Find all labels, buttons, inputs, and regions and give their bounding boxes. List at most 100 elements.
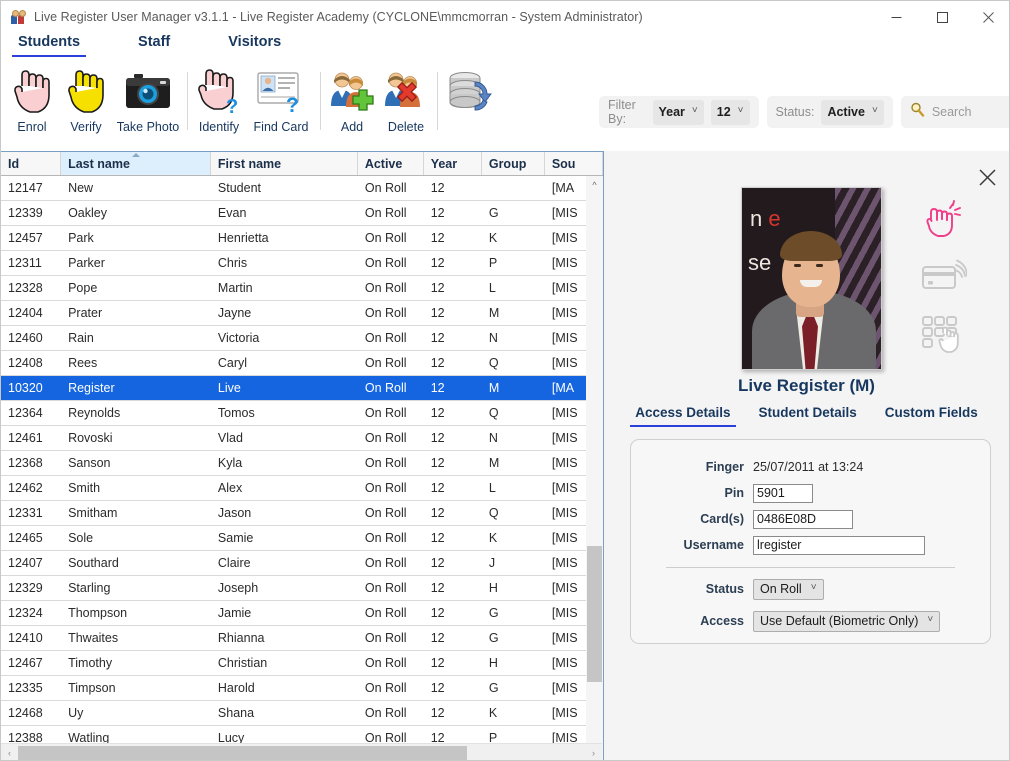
grid-column-header-last[interactable]: Last name: [61, 152, 211, 175]
tab-student-details[interactable]: Student Details: [757, 404, 859, 427]
grid-column-header-label: Year: [430, 156, 458, 171]
table-cell-first: Rhianna: [217, 631, 265, 645]
horizontal-scroll-thumb[interactable]: [18, 745, 467, 760]
hand-question-icon: ?: [193, 66, 245, 118]
table-cell-last: Park: [68, 231, 94, 245]
table-row[interactable]: 12364 Reynolds Tomos On Roll 12 Q [MIS: [1, 401, 603, 426]
fingerprint-tap-icon[interactable]: [918, 197, 970, 241]
toolbar-label-delete: Delete: [387, 120, 425, 134]
table-cell-id: 12460: [8, 331, 43, 345]
status-dropdown-value: On Roll: [760, 582, 802, 596]
table-row[interactable]: 12460 Rain Victoria On Roll 12 N [MIS: [1, 326, 603, 351]
table-cell-first: Student: [217, 181, 261, 195]
toolbar-button-add[interactable]: Add: [325, 64, 379, 146]
grid-column-header-group[interactable]: Group: [482, 152, 545, 175]
scroll-right-arrow-icon[interactable]: ›: [585, 745, 602, 761]
table-cell-active: On Roll: [364, 556, 407, 570]
table-cell-active: On Roll: [364, 456, 407, 470]
table-row[interactable]: 12462 Smith Alex On Roll 12 L [MIS: [1, 476, 603, 501]
tab-staff[interactable]: Staff: [135, 33, 173, 57]
chevron-down-icon: ˅: [927, 614, 934, 625]
table-cell-last: Register: [68, 381, 115, 395]
table-cell-active: On Roll: [364, 506, 407, 520]
tab-custom-fields[interactable]: Custom Fields: [883, 404, 980, 427]
grid-horizontal-scrollbar[interactable]: ‹ ›: [1, 743, 602, 761]
horizontal-scroll-track[interactable]: [18, 745, 585, 760]
table-row[interactable]: 12331 Smitham Jason On Roll 12 Q [MIS: [1, 501, 603, 526]
toolbar-button-enrol[interactable]: Enrol: [5, 64, 59, 146]
table-row[interactable]: 12407 Southard Claire On Roll 12 J [MIS: [1, 551, 603, 576]
tab-students[interactable]: Students: [11, 33, 87, 57]
cards-input[interactable]: 0486E08D: [753, 509, 853, 529]
table-row[interactable]: 12457 Park Henrietta On Roll 12 K [MIS: [1, 226, 603, 251]
table-cell-group: L: [488, 481, 496, 495]
grid-column-header-first[interactable]: First name: [211, 152, 358, 175]
table-row[interactable]: 12329 Starling Joseph On Roll 12 H [MIS: [1, 576, 603, 601]
grid-vertical-scrollbar[interactable]: ^ ˅: [586, 176, 603, 760]
grid-column-header-year[interactable]: Year: [424, 152, 482, 175]
filter-value-dropdown[interactable]: 12 ˅: [710, 99, 750, 125]
scroll-left-arrow-icon[interactable]: ‹: [1, 745, 18, 761]
tab-visitors[interactable]: Visitors: [225, 33, 284, 57]
vertical-scroll-thumb[interactable]: [587, 546, 602, 682]
table-row[interactable]: 12408 Rees Caryl On Roll 12 Q [MIS: [1, 351, 603, 376]
tab-access-details[interactable]: Access Details: [630, 404, 736, 427]
table-cell-last: Thwaites: [68, 631, 119, 645]
filter-field-dropdown[interactable]: Year ˅: [652, 99, 704, 125]
toolbar-button-delete[interactable]: Delete: [379, 64, 433, 146]
minimize-button[interactable]: [873, 1, 919, 33]
table-row[interactable]: 12368 Sanson Kyla On Roll 12 M [MIS: [1, 451, 603, 476]
table-row[interactable]: 12147 New Student On Roll 12 [MA: [1, 176, 603, 201]
keypad-pin-icon[interactable]: [918, 313, 970, 357]
table-cell-year: 12: [430, 406, 445, 420]
toolbar-button-identify[interactable]: ? Identify: [192, 64, 246, 146]
table-cell-year: 12: [430, 331, 445, 345]
grid-column-header-label: Id: [8, 156, 20, 171]
scroll-up-arrow-icon[interactable]: ^: [586, 176, 603, 193]
people-add-icon: [326, 66, 378, 118]
table-row[interactable]: 12465 Sole Samie On Roll 12 K [MIS: [1, 526, 603, 551]
grid-column-header-source[interactable]: Sou: [545, 152, 603, 175]
table-row[interactable]: 10320 Register Live On Roll 12 M [MA: [1, 376, 603, 401]
status-filter-dropdown[interactable]: Active ˅: [821, 99, 884, 125]
toolbar-button-find-card[interactable]: ? Find Card: [246, 64, 316, 146]
contactless-card-icon[interactable]: [918, 255, 970, 299]
search-input-placeholder: Search: [931, 105, 972, 119]
access-dropdown[interactable]: Use Default (Biometric Only) ˅: [753, 610, 941, 632]
table-row[interactable]: 12339 Oakley Evan On Roll 12 G [MIS: [1, 201, 603, 226]
table-cell-group: K: [488, 531, 498, 545]
close-button[interactable]: [965, 1, 1009, 33]
table-cell-last: Timothy: [68, 656, 113, 670]
table-row[interactable]: 12461 Rovoski Vlad On Roll 12 N [MIS: [1, 426, 603, 451]
toolbar-button-verify[interactable]: Verify: [59, 64, 113, 146]
pin-input[interactable]: 5901: [753, 483, 813, 503]
grid-column-header-active[interactable]: Active: [358, 152, 424, 175]
username-input[interactable]: lregister: [753, 535, 925, 555]
table-cell-active: On Roll: [364, 431, 407, 445]
field-row-pin: Pin 5901: [631, 480, 990, 506]
toolbar-button-take-photo[interactable]: Take Photo: [113, 64, 183, 146]
table-cell-year: 12: [430, 606, 445, 620]
table-cell-group: H: [488, 581, 498, 595]
search-box[interactable]: Search: [900, 96, 1009, 128]
grid-column-header-id[interactable]: Id: [1, 152, 62, 175]
table-row[interactable]: 12335 Timpson Harold On Roll 12 G [MIS: [1, 676, 603, 701]
table-row[interactable]: 12324 Thompson Jamie On Roll 12 G [MIS: [1, 601, 603, 626]
table-row[interactable]: 12410 Thwaites Rhianna On Roll 12 G [MIS: [1, 626, 603, 651]
maximize-button[interactable]: [919, 1, 965, 33]
magnifier-icon: [910, 102, 925, 122]
tab-staff-label: Staff: [138, 34, 171, 50]
toolbar-button-refresh[interactable]: [442, 64, 496, 146]
table-cell-group: K: [488, 706, 498, 720]
detail-panel-close-button[interactable]: [975, 165, 999, 189]
status-dropdown[interactable]: On Roll ˅: [753, 578, 824, 600]
table-row[interactable]: 12468 Uy Shana On Roll 12 K [MIS: [1, 701, 603, 726]
table-row[interactable]: 12328 Pope Martin On Roll 12 L [MIS: [1, 276, 603, 301]
table-cell-first: Live: [217, 381, 241, 395]
table-row[interactable]: 12404 Prater Jayne On Roll 12 M [MIS: [1, 301, 603, 326]
table-cell-active: On Roll: [364, 606, 407, 620]
table-row[interactable]: 12467 Timothy Christian On Roll 12 H [MIS: [1, 651, 603, 676]
table-cell-first: Martin: [217, 281, 253, 295]
table-row[interactable]: 12311 Parker Chris On Roll 12 P [MIS: [1, 251, 603, 276]
pin-label: Pin: [724, 486, 744, 500]
